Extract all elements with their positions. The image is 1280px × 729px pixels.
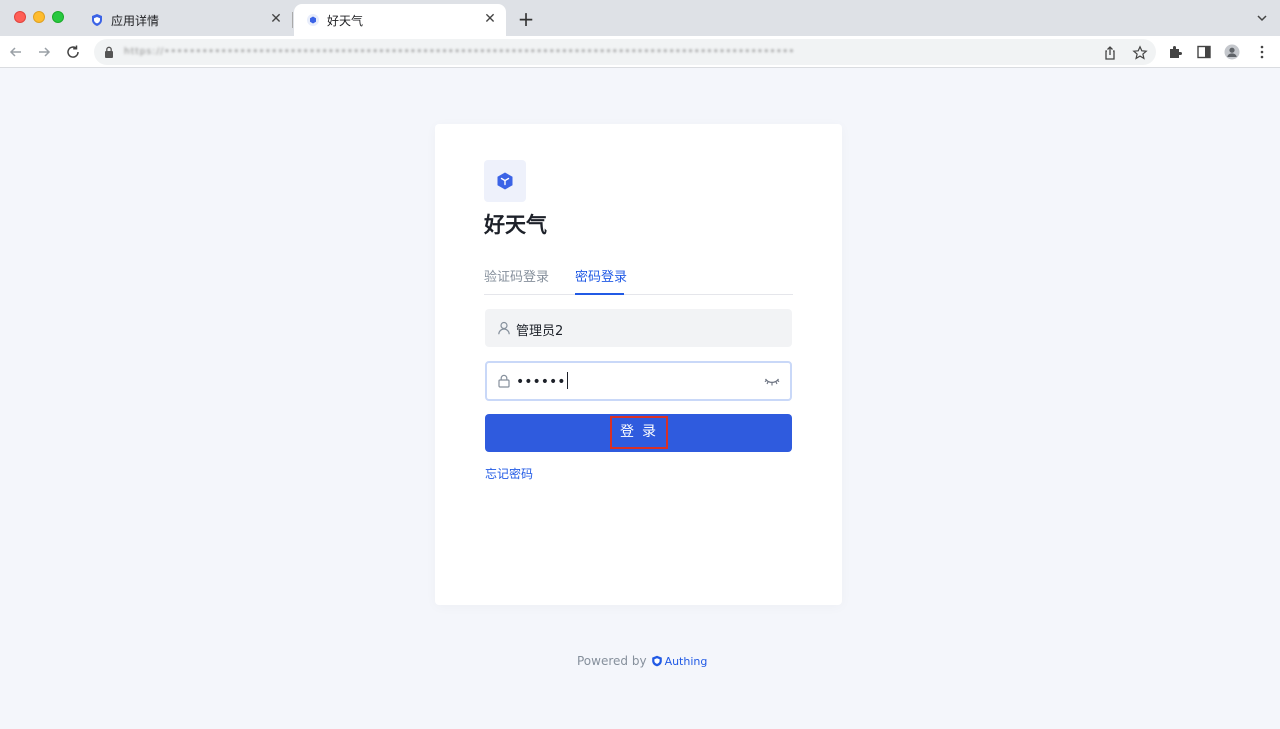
close-tab-icon[interactable]: ✕ (268, 11, 284, 27)
more-menu-icon[interactable] (1254, 44, 1270, 60)
forgot-password-link[interactable]: 忘记密码 (485, 465, 533, 482)
new-tab-button[interactable]: + (516, 9, 536, 29)
eye-closed-icon[interactable] (764, 376, 780, 388)
username-value: 管理员2 (516, 324, 564, 339)
login-method-tabs: 验证码登录 密码登录 (484, 260, 793, 295)
authing-brand-link[interactable]: Authing (651, 654, 708, 668)
browser-tab-weather[interactable]: 好天气 ✕ (294, 4, 506, 36)
reload-icon[interactable] (63, 42, 83, 62)
lock-icon[interactable] (104, 46, 114, 58)
authing-brand-text: Authing (664, 654, 708, 668)
side-panel-icon[interactable] (1196, 44, 1212, 60)
username-input[interactable]: 管理员2 (485, 309, 792, 347)
user-icon (498, 321, 510, 335)
tab-verification-code-login[interactable]: 验证码登录 (484, 266, 549, 285)
tab-separator (292, 12, 293, 28)
app-cube-icon (307, 14, 319, 26)
share-icon[interactable] (1102, 45, 1118, 61)
login-submit-button[interactable]: 登录 (485, 414, 792, 452)
maximize-window-button[interactable] (52, 11, 64, 23)
browser-toolbar: https://••••••••••••••••••••••••••••••••… (0, 36, 1280, 68)
chevron-down-icon[interactable] (1256, 12, 1268, 24)
app-logo (484, 160, 526, 202)
powered-by-text: Powered by (577, 654, 647, 668)
app-name: 好天气 (484, 213, 547, 237)
active-tab-indicator (575, 293, 624, 295)
address-bar[interactable]: https://••••••••••••••••••••••••••••••••… (94, 39, 1156, 65)
tab-password-login[interactable]: 密码登录 (575, 266, 627, 285)
extensions-puzzle-icon[interactable] (1167, 44, 1183, 60)
tab-title: 好天气 (327, 14, 364, 28)
cube-icon (497, 172, 513, 190)
lock-icon (498, 374, 510, 388)
url-text: https://••••••••••••••••••••••••••••••••… (124, 47, 796, 57)
browser-tabstrip: 应用详情 ✕ 好天气 ✕ + (0, 0, 1280, 36)
password-value: •••••• (516, 372, 568, 390)
minimize-window-button[interactable] (33, 11, 45, 23)
password-input[interactable]: •••••• (485, 361, 792, 401)
profile-avatar-icon[interactable] (1224, 44, 1240, 60)
shield-icon (651, 655, 662, 667)
shield-icon (92, 14, 102, 26)
tab-title: 应用详情 (111, 14, 160, 28)
forward-arrow-icon[interactable] (34, 42, 54, 62)
back-arrow-icon[interactable] (6, 42, 26, 62)
powered-by-footer: Powered by Authing (577, 654, 707, 668)
close-tab-icon[interactable]: ✕ (482, 11, 498, 27)
bookmark-star-icon[interactable] (1132, 45, 1148, 61)
close-window-button[interactable] (14, 11, 26, 23)
login-button-label: 登录 (610, 416, 668, 449)
browser-tab-app-details[interactable]: 应用详情 ✕ (78, 4, 292, 36)
